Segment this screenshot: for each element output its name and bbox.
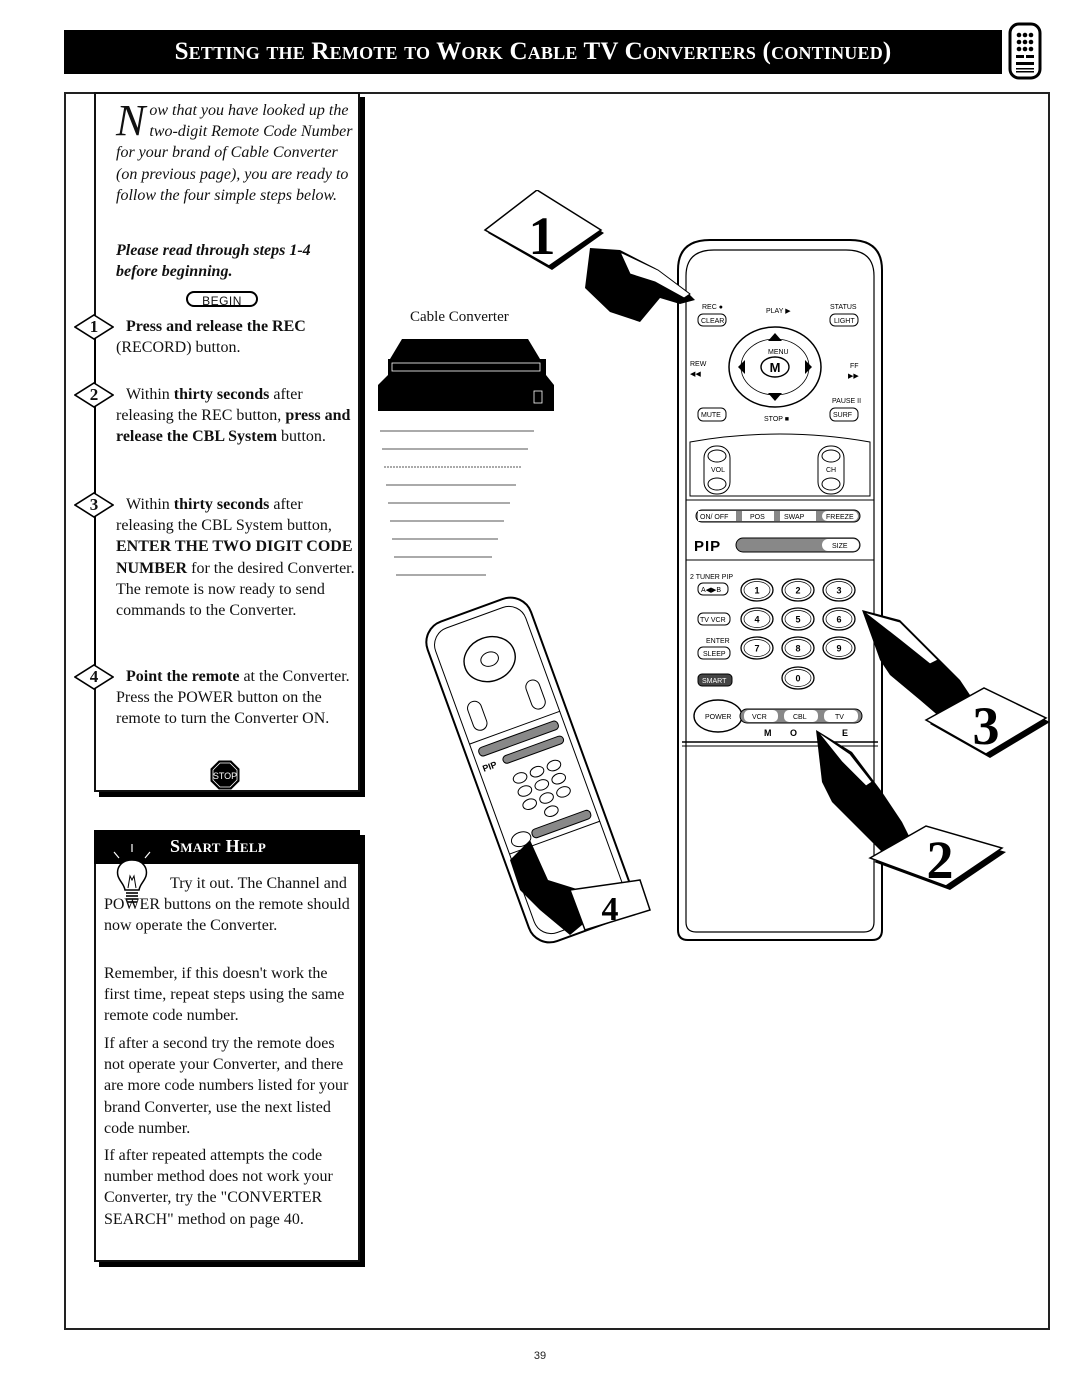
remote-rew-label: REW — [690, 361, 707, 368]
remote-tuner-label: 2 TUNER PIP — [690, 574, 733, 581]
remote-mode-tv-label: TV — [835, 714, 844, 721]
step-text-run: Within — [126, 496, 174, 513]
smart-help-paragraph: Remember, if this doesn't work the first… — [104, 965, 345, 1025]
infrared-signal-lines — [380, 430, 534, 576]
step-connector-line — [94, 404, 96, 494]
read-first-note: Please read through steps 1-4 before beg… — [116, 242, 311, 280]
remote-digit-label: 1 — [754, 586, 759, 596]
step-2-text: Within thirty seconds after releasing th… — [116, 384, 356, 448]
remote-power-label: POWER — [705, 714, 731, 721]
remote-pip-logo: PIP — [694, 538, 721, 555]
step-emphasis: Press and release the REC — [126, 318, 306, 335]
remote-digit-label: 6 — [836, 615, 841, 625]
remote-digit-label: 9 — [836, 644, 841, 654]
step-4-diamond-icon: 4 — [73, 664, 115, 690]
page-number: 39 — [533, 1350, 547, 1362]
remote-smart-label: SMART — [702, 678, 727, 685]
step-3-diamond-icon: 3 — [73, 492, 115, 518]
step-emphasis: thirty seconds — [173, 386, 270, 403]
step-number: 1 — [89, 317, 99, 336]
remote-sleep-label: SLEEP — [703, 651, 726, 658]
remote-control-icon — [1008, 22, 1042, 80]
step-number: 2 — [89, 385, 99, 404]
remote-ff-label: FF — [850, 363, 859, 370]
remote-stop-label: STOP ■ — [764, 416, 789, 423]
step-1-diamond-icon: 1 — [73, 314, 115, 340]
stop-sign-label: STOP — [213, 771, 237, 781]
step-emphasis: thirty seconds — [173, 496, 270, 513]
step-card-1: 1 — [483, 190, 695, 322]
step-text-run: (RECORD) button. — [116, 339, 241, 357]
remote-mode-cbl-label: CBL — [793, 714, 807, 721]
remote-ch-label: CH — [826, 467, 836, 474]
remote-pause-label: PAUSE II — [832, 398, 861, 405]
remote-pointing-illustration: PIP 4 — [425, 596, 651, 944]
remote-pip-swap-label: SWAP — [784, 514, 805, 521]
remote-pip-pos-label: POS — [750, 514, 765, 521]
remote-digit-label: 4 — [754, 615, 759, 625]
step-emphasis: Point the remote — [126, 668, 240, 685]
remote-digit-label: 5 — [795, 615, 800, 625]
remote-digit-label: 8 — [795, 644, 800, 654]
remote-size-label: SIZE — [832, 543, 848, 550]
remote-menu-label: MENU — [768, 349, 789, 356]
remote-tvvcr-label: TV VCR — [700, 617, 726, 624]
remote-m-label: M — [770, 360, 781, 375]
remote-ff-symbol: ▶▶ — [848, 373, 859, 380]
remote-mute-label: MUTE — [701, 412, 721, 419]
remote-vol-label: VOL — [711, 467, 725, 474]
remote-digit-label: 2 — [795, 586, 800, 596]
remote-mode-letter: M — [764, 728, 772, 738]
page-title: Setting the Remote to Work Cable TV Conv… — [174, 38, 892, 65]
intro-dropcap: N — [116, 96, 146, 145]
stop-sign-icon: STOP — [210, 760, 240, 790]
remote-light-label: LIGHT — [834, 318, 855, 325]
step-number: 3 — [89, 495, 99, 514]
step-number: 4 — [89, 667, 99, 686]
remote-ab-label: A◀▶B — [701, 587, 721, 594]
cable-converter-box-illustration — [378, 339, 554, 411]
remote-digit-label: 7 — [754, 644, 759, 654]
remote-status-label: STATUS — [830, 304, 857, 311]
step-text-run: Within — [126, 386, 174, 403]
step-card-2: 2 — [816, 730, 1006, 890]
step-text-run: button. — [277, 428, 326, 446]
smart-help-title: Smart Help — [170, 836, 267, 856]
smart-help-paragraph: Try it out. The Channel and POWER button… — [104, 875, 350, 935]
remote-rew-symbol: ◀◀ — [690, 371, 701, 378]
step-connector-line — [94, 336, 96, 384]
remote-mode-letter: O — [790, 728, 797, 738]
remote-pip-onoff-label: ON/ OFF — [700, 514, 728, 521]
intro-paragraph: Now that you have looked up the two-digi… — [116, 96, 356, 206]
remote-clear-label: CLEAR — [701, 318, 724, 325]
remote-mode-vcr-label: VCR — [752, 714, 767, 721]
remote-pip-freeze-label: FREEZE — [826, 514, 854, 521]
smart-help-paragraph: If after a second try the remote does no… — [104, 1035, 349, 1137]
smart-help-paragraph: If after repeated attempts the code numb… — [104, 1147, 333, 1228]
step-2-diamond-icon: 2 — [73, 382, 115, 408]
page-title-bar: Setting the Remote to Work Cable TV Conv… — [64, 30, 1002, 74]
remote-enter-label: ENTER — [706, 638, 730, 645]
begin-badge: BEGIN — [186, 291, 258, 308]
step-card-4-number: 4 — [602, 891, 619, 928]
step-4-text: Point the remote at the Converter. Press… — [116, 666, 356, 730]
remote-play-label: PLAY ▶ — [766, 308, 791, 315]
remote-rec-label: REC ● — [702, 304, 723, 311]
intro-text: ow that you have looked up the two-digit… — [116, 102, 353, 204]
remote-digit-label: 3 — [836, 586, 841, 596]
step-card-2-number: 2 — [927, 830, 954, 890]
step-card-1-number: 1 — [529, 206, 556, 266]
step-3-text: Within thirty seconds after releasing th… — [116, 494, 356, 621]
step-1-text: Press and release the REC (RECORD) butto… — [116, 316, 356, 358]
remote-digit-label: 0 — [795, 674, 800, 684]
remote-surf-label: SURF — [833, 412, 852, 419]
step-connector-line — [94, 514, 96, 666]
